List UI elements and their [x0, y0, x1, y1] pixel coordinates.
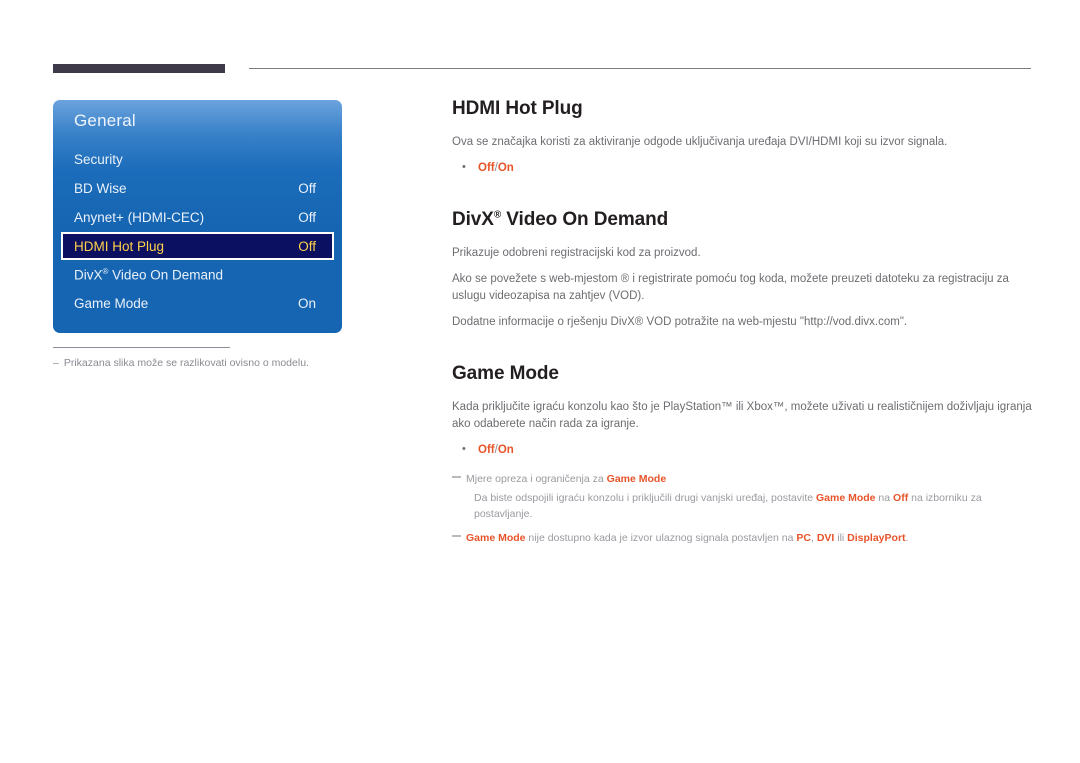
osd-footnote-rule	[53, 347, 230, 348]
note-text: Mjere opreza i ograničenja za	[466, 473, 607, 485]
osd-item-value: On	[297, 296, 316, 311]
osd-menu-figure: General Security BD Wise Off Anynet+ (HD…	[53, 100, 342, 369]
section-paragraph: Kada priključite igraću konzolu kao što …	[452, 401, 1032, 430]
osd-item-divx-vod[interactable]: DivX® Video On Demand	[53, 260, 342, 289]
section-heading-divx-vod: DivX® Video On Demand	[452, 209, 1032, 231]
section-paragraph: Dodatne informacije o rješenju DivX® VOD…	[452, 316, 908, 328]
note-text: ili	[834, 532, 848, 544]
note-bold-game-mode: Game Mode	[466, 532, 526, 544]
note-bold-game-mode: Game Mode	[816, 492, 876, 504]
option-off: Off	[478, 444, 495, 456]
osd-item-label: HDMI Hot Plug	[74, 238, 165, 254]
note-text: na	[875, 492, 894, 504]
option-item: Off/On	[452, 441, 1032, 459]
note-bold-pc: PC	[796, 532, 811, 544]
notes-block: Mjere opreza i ograničenja za Game Mode …	[452, 471, 1032, 546]
header-rule	[249, 68, 1031, 69]
osd-item-game-mode[interactable]: Game Mode On	[53, 289, 342, 318]
osd-item-label: DivX® Video On Demand	[74, 267, 316, 283]
option-on: On	[497, 162, 514, 174]
content-column: HDMI Hot Plug Ova se značajka koristi za…	[452, 98, 1032, 549]
option-off: Off	[478, 162, 495, 174]
section-paragraph: Ako se povežete s web-mjestom ® i regist…	[452, 273, 1009, 302]
note-text: Da biste odspojili igraću konzolu i prik…	[474, 492, 816, 504]
option-on: On	[497, 444, 514, 456]
note-bold-displayport: DisplayPort	[847, 532, 906, 544]
osd-item-label: BD Wise	[74, 181, 127, 196]
note-bold-game-mode: Game Mode	[606, 473, 667, 485]
osd-item-security[interactable]: Security	[53, 145, 342, 174]
osd-item-value: Off	[298, 181, 316, 196]
osd-item-value: Off	[298, 210, 316, 225]
note-text: .	[905, 532, 909, 544]
section-paragraph: Prikazuje odobreni registracijski kod za…	[452, 247, 701, 259]
option-item: Off/On	[452, 159, 1032, 177]
note-bold-dvi: DVI	[816, 532, 835, 544]
osd-item-list: Security BD Wise Off Anynet+ (HDMI-CEC) …	[53, 145, 342, 318]
dash-marker-icon: –	[53, 357, 59, 369]
header-accent-bar	[53, 64, 225, 73]
heading-tail: Video On Demand	[501, 209, 669, 230]
osd-item-label: Security	[74, 152, 123, 167]
osd-footnote: – Prikazana slika može se razlikovati ovi…	[53, 357, 342, 369]
osd-panel: General Security BD Wise Off Anynet+ (HD…	[53, 100, 342, 333]
osd-item-label-tail: Video On Demand	[108, 267, 223, 283]
note-disconnect-console: Da biste odspojili igraću konzolu i prik…	[452, 490, 1032, 522]
note-text: nije dostupno kada je izvor ulaznog sign…	[525, 532, 797, 544]
osd-item-label: Game Mode	[74, 296, 149, 311]
osd-title: General	[74, 111, 136, 130]
option-list-hdmi-hot-plug: Off/On	[452, 159, 1032, 177]
note-unavailable-sources: Game Mode nije dostupno kada je izvor ul…	[452, 530, 1032, 546]
note-bold-off: Off	[893, 492, 909, 504]
option-list-game-mode: Off/On	[452, 441, 1032, 459]
section-paragraph: Ova se značajka koristi za aktiviranje o…	[452, 136, 948, 148]
osd-item-value: Off	[298, 238, 316, 254]
section-heading-hdmi-hot-plug: HDMI Hot Plug	[452, 98, 583, 119]
section-heading-game-mode: Game Mode	[452, 363, 559, 384]
note-precautions: Mjere opreza i ograničenja za Game Mode	[452, 471, 1032, 487]
osd-item-bd-wise[interactable]: BD Wise Off	[53, 174, 342, 203]
osd-footnote-text: Prikazana slika može se razlikovati ovis…	[63, 357, 309, 369]
heading-main: DivX	[452, 209, 494, 230]
osd-item-hdmi-hot-plug[interactable]: HDMI Hot Plug Off	[61, 232, 334, 260]
osd-item-label: Anynet+ (HDMI-CEC)	[74, 210, 205, 225]
osd-item-anynet[interactable]: Anynet+ (HDMI-CEC) Off	[53, 203, 342, 232]
osd-item-label-main: DivX	[74, 267, 103, 283]
